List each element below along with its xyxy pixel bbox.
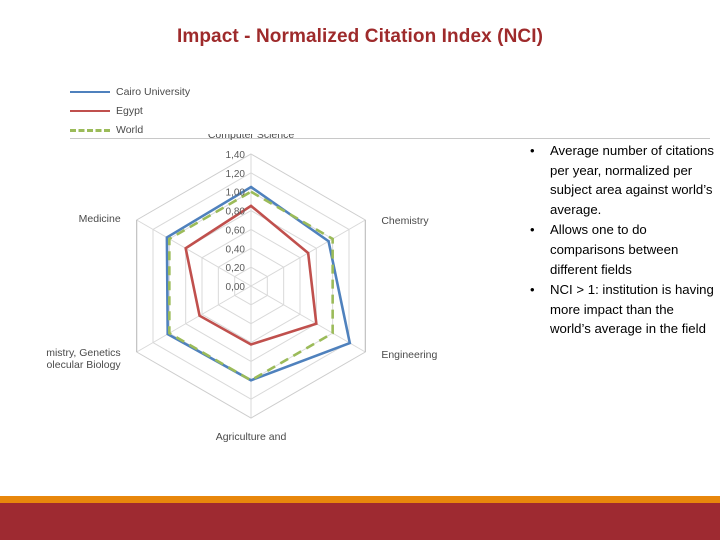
radar-tick-label: 1,20 bbox=[226, 169, 246, 180]
footer-orange-bar bbox=[0, 496, 720, 503]
bullet-marker-icon: • bbox=[530, 282, 535, 298]
radar-category-label: Engineering bbox=[381, 349, 437, 361]
list-item: • Average number of citations per year, n… bbox=[524, 141, 714, 219]
footer-red-bar bbox=[0, 503, 720, 540]
chart-legend: Cairo University Egypt World bbox=[70, 82, 490, 139]
legend-label-egypt: Egypt bbox=[116, 104, 143, 117]
radar-chart: Cairo University Egypt World 0,00 0,20 0,4… bbox=[46, 72, 710, 442]
radar-tick-label: 0,00 bbox=[226, 282, 246, 293]
radar-tick-label: 0,80 bbox=[226, 207, 246, 218]
radar-tick-label: 1,00 bbox=[226, 188, 246, 199]
radar-axis-line bbox=[136, 285, 252, 353]
bullet-text: Average number of citations per year, no… bbox=[550, 143, 714, 217]
bullet-text: Allows one to do comparisons between dif… bbox=[550, 222, 679, 277]
radar-tick-label: 0,40 bbox=[226, 244, 246, 255]
legend-item-cairo-university: Cairo University bbox=[70, 82, 490, 101]
radar-svg: 0,00 0,20 0,40 0,60 0,80 1,00 1,20 1,40 Computer… bbox=[46, 134, 438, 442]
radar-tick-label: 0,20 bbox=[226, 263, 246, 274]
legend-swatch-egypt bbox=[70, 105, 110, 117]
legend-item-egypt: Egypt bbox=[70, 101, 490, 120]
radar-plot-area: 0,00 0,20 0,40 0,60 0,80 1,00 1,20 1,40 Computer… bbox=[46, 134, 516, 442]
radar-category-label: Agriculture andBiological Sciences bbox=[206, 431, 296, 442]
legend-swatch-cairo-university bbox=[70, 86, 110, 98]
list-item: • Allows one to do comparisons between di… bbox=[524, 220, 714, 279]
bullet-text: NCI > 1: institution is having more impa… bbox=[550, 282, 714, 337]
list-item: • NCI > 1: institution is having more imp… bbox=[524, 280, 714, 339]
bullet-marker-icon: • bbox=[530, 222, 535, 238]
radar-category-label: Biochemistry, Geneticsand Molecular Biol… bbox=[46, 347, 121, 371]
bullet-list: • Average number of citations per year, n… bbox=[524, 141, 714, 340]
slide-canvas: Impact - Normalized Citation Index (NCI)… bbox=[0, 0, 720, 540]
radar-category-label: Medicine bbox=[79, 213, 121, 225]
radar-category-label: Computer Science bbox=[208, 134, 295, 141]
legend-label-cairo-university: Cairo University bbox=[116, 85, 191, 98]
radar-tick-label: 0,60 bbox=[226, 225, 246, 236]
bullet-marker-icon: • bbox=[530, 143, 535, 158]
radar-tick-label: 1,40 bbox=[226, 150, 246, 161]
radar-axis-line bbox=[250, 285, 366, 353]
radar-category-label: Chemistry bbox=[381, 215, 429, 227]
radar-series-cairo-university bbox=[165, 185, 352, 382]
page-title: Impact - Normalized Citation Index (NCI) bbox=[176, 26, 544, 47]
